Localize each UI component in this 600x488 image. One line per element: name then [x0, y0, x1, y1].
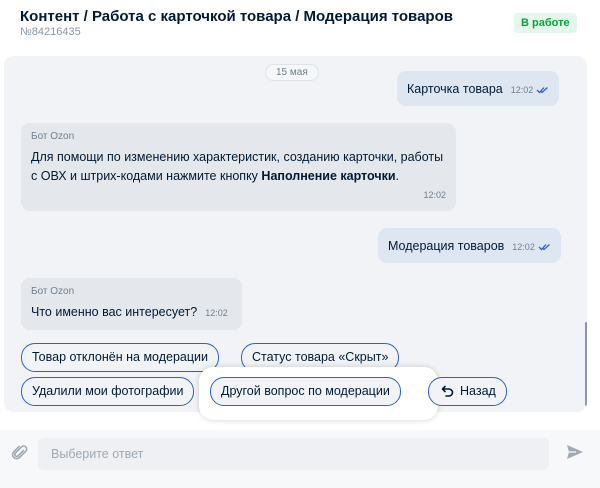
message-text: Модерация товаров	[388, 239, 505, 253]
chat-scrollbar[interactable]	[585, 322, 587, 406]
message-time: 12:02	[510, 85, 534, 95]
double-check-icon	[538, 243, 550, 251]
outgoing-message: Карточка товара 12:02	[397, 71, 560, 106]
message-text: Для помощи по изменению характеристик, с…	[31, 150, 444, 183]
message-time: 12:02	[423, 190, 446, 200]
incoming-message: Бот Ozon Что именно вас интересует? 12:02	[21, 278, 242, 330]
chat-history[interactable]: 15 мая Карточка товара 12:02 Бот Ozon Для…	[4, 56, 587, 412]
paperclip-icon[interactable]	[11, 444, 29, 462]
ticket-header: Контент / Работа с карточкой товара / Мо…	[0, 0, 600, 54]
message-input-wrapper	[38, 438, 549, 470]
status-badge: В работе	[514, 13, 577, 33]
message-input[interactable]	[38, 438, 549, 470]
outgoing-message: Модерация товаров 12:02	[378, 228, 561, 263]
message-text: Что именно вас интересует? 12:02	[31, 305, 228, 319]
message-time: 12:02	[205, 308, 228, 318]
back-button[interactable]: Назад	[428, 377, 507, 406]
message-sender: Бот Ozon	[31, 131, 75, 142]
message-composer	[0, 430, 600, 488]
quick-reply-photos-deleted[interactable]: Удалили мои фотографии	[21, 377, 195, 406]
message-sender: Бот Ozon	[31, 286, 75, 297]
page-title: Контент / Работа с карточкой товара / Мо…	[20, 8, 453, 25]
send-icon[interactable]	[566, 444, 584, 460]
message-time: 12:02	[512, 242, 535, 252]
message-text: Карточка товара	[407, 82, 503, 96]
ticket-number: №84216435	[20, 26, 81, 38]
back-label: Назад	[460, 384, 496, 398]
undo-arrow-icon	[441, 385, 454, 397]
quick-reply-rejected[interactable]: Товар отклонён на модерации	[21, 343, 219, 372]
date-separator: 15 мая	[265, 64, 319, 81]
incoming-message: Бот Ozon Для помощи по изменению характе…	[21, 123, 456, 211]
quick-reply-other-moderation[interactable]: Другой вопрос по модерации	[210, 377, 401, 406]
double-check-icon	[536, 86, 549, 94]
button-reference: Наполнение карточки	[261, 169, 396, 183]
